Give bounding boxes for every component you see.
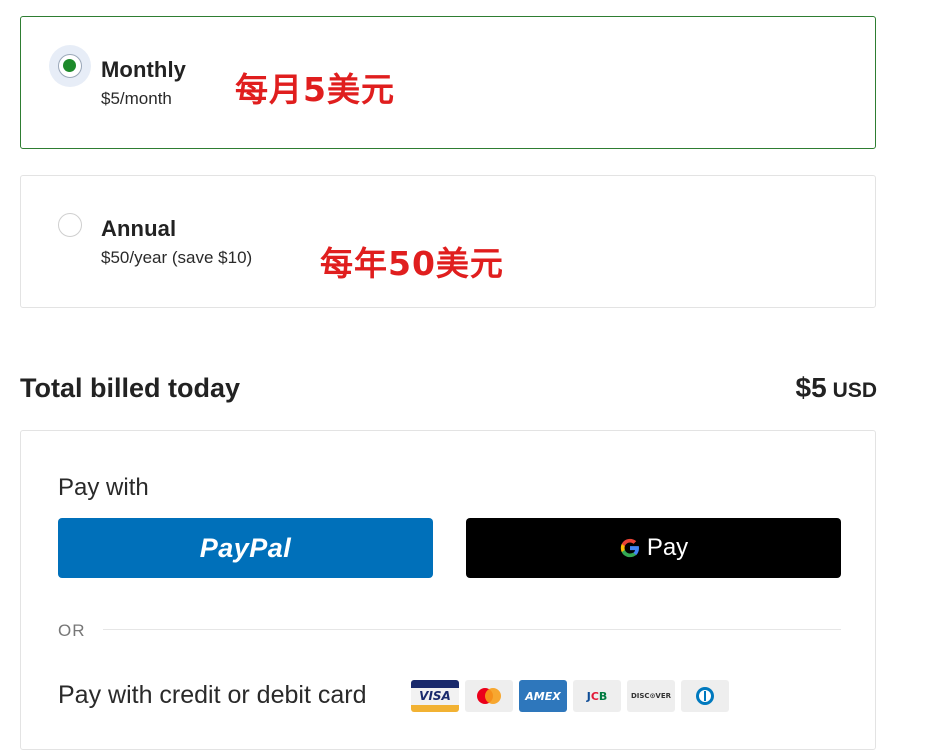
- paypal-logo: PayPal: [199, 532, 292, 563]
- total-currency: USD: [832, 379, 877, 402]
- or-divider-line: [103, 629, 841, 630]
- jcb-icon: JCB: [573, 680, 621, 712]
- google-g-icon: [620, 538, 639, 558]
- amex-icon: AMEX: [519, 680, 567, 712]
- plan-price: $5/month: [101, 89, 172, 108]
- total-billed-amount: $5 USD: [796, 372, 878, 404]
- plan-option-monthly[interactable]: Monthly $5/month 每月5美元: [20, 16, 876, 149]
- total-billed-label: Total billed today: [20, 373, 241, 403]
- google-pay-label: Pay: [646, 534, 689, 561]
- credit-card-label[interactable]: Pay with credit or debit card: [58, 681, 366, 710]
- amex-text: AMEX: [525, 689, 561, 703]
- or-divider-label: OR: [58, 621, 86, 640]
- monthly-radio-button[interactable]: [58, 54, 82, 78]
- radio-selected-dot: [63, 59, 76, 72]
- discover-text: DISC⊙VER: [630, 692, 672, 700]
- plan-name: Monthly: [101, 57, 187, 82]
- paypal-button[interactable]: PayPal: [58, 518, 433, 578]
- card-brand-icons: VISA AMEX JCB DISC⊙VER: [411, 680, 729, 712]
- pay-with-label: Pay with: [58, 474, 149, 501]
- google-pay-button[interactable]: Pay: [466, 518, 841, 578]
- plan-option-annual[interactable]: Annual $50/year (save $10) 每年50美元: [20, 175, 876, 308]
- plan-annotation: 每月5美元: [235, 70, 395, 109]
- total-amount-value: $5: [795, 372, 827, 403]
- mastercard-icon: [465, 680, 513, 712]
- diners-club-icon: [681, 680, 729, 712]
- plan-name: Annual: [101, 216, 177, 241]
- discover-icon: DISC⊙VER: [627, 680, 675, 712]
- payment-panel: Pay with PayPal Pay OR Pay with credit o…: [20, 430, 876, 750]
- plan-price: $50/year (save $10): [101, 248, 253, 267]
- plan-annotation: 每年50美元: [320, 244, 504, 283]
- jcb-text: JCB: [586, 689, 608, 703]
- visa-text: VISA: [419, 689, 451, 703]
- annual-radio-button[interactable]: [58, 213, 82, 237]
- visa-icon: VISA: [411, 680, 459, 712]
